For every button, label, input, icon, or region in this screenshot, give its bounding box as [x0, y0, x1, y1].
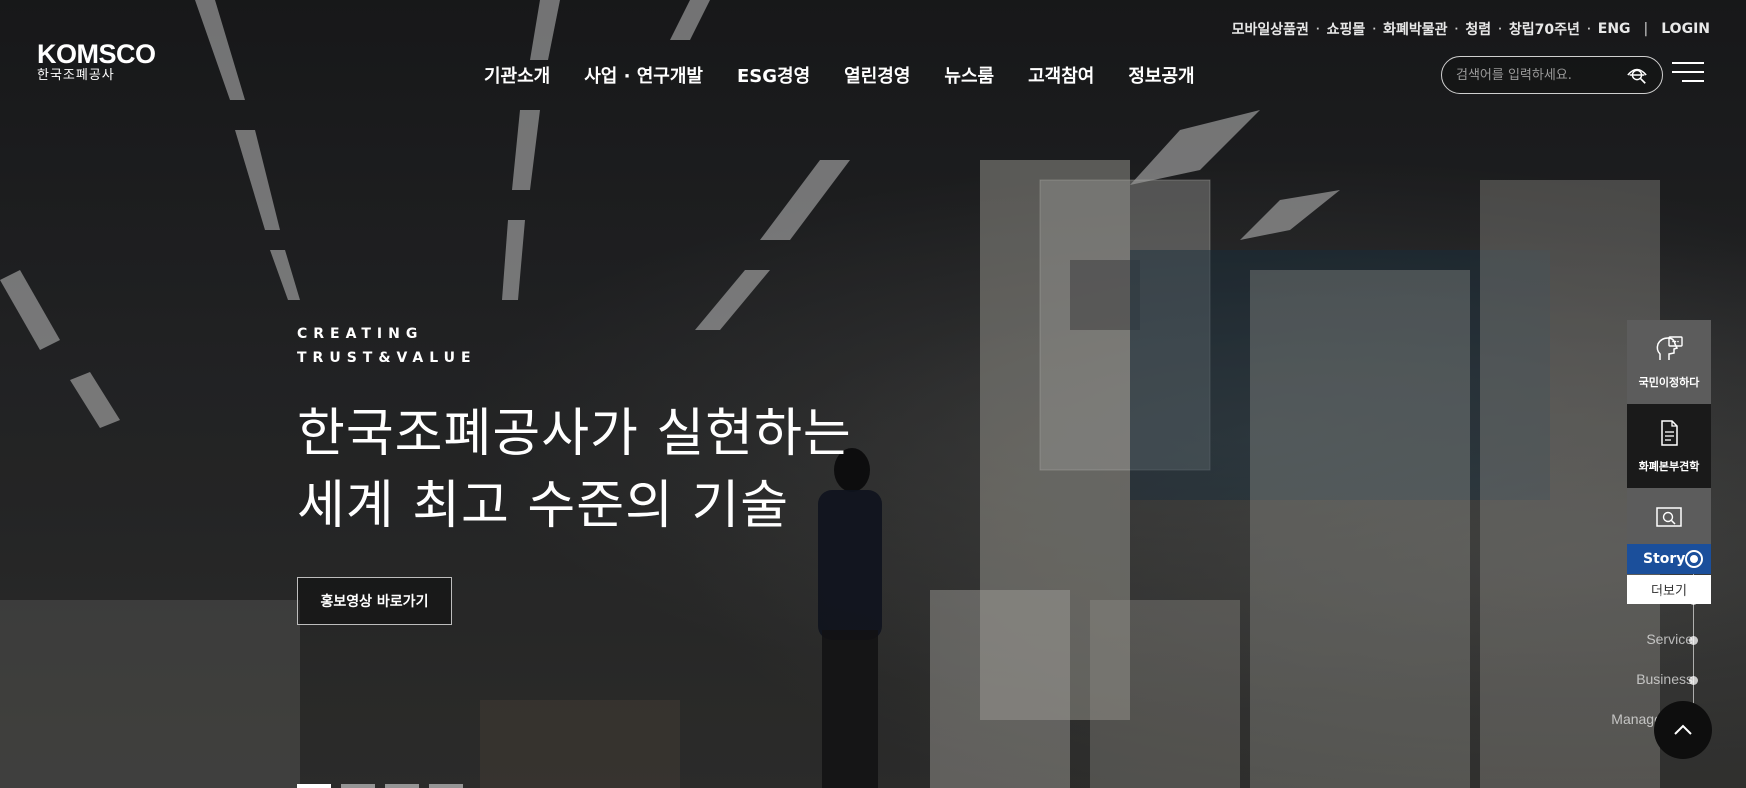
quick-menu-label: 국민이정하다 — [1638, 376, 1700, 389]
util-link-70th-anniversary[interactable]: 창립70주년 — [1502, 19, 1587, 39]
section-pager-active-story[interactable]: Story — [1627, 544, 1711, 574]
util-link-login[interactable]: LOGIN — [1654, 21, 1717, 37]
chevron-up-icon — [1674, 724, 1692, 735]
logo-brand-text: KOMSCO — [37, 39, 156, 69]
story-label: Story — [1643, 551, 1686, 567]
nav-item-information[interactable]: 정보공개 — [1111, 62, 1211, 88]
logo-sub-text: 한국조폐공사 — [37, 68, 115, 83]
util-link-english[interactable]: ENG — [1591, 21, 1638, 37]
chat-person-icon — [1656, 336, 1683, 360]
slide-indicator[interactable] — [341, 784, 375, 788]
slide-indicator[interactable] — [429, 784, 463, 788]
search-box — [1441, 56, 1663, 94]
tagline-line-2: TRUST&VALUE — [297, 350, 477, 366]
util-link-currency-museum[interactable]: 화폐박물관 — [1376, 19, 1454, 39]
site-logo[interactable]: KOMSCO 한국조폐공사 — [37, 40, 156, 84]
hero-headline: 한국조폐공사가 실현하는 세계 최고 수준의 기술 — [297, 398, 852, 542]
monitor-search-icon — [1656, 507, 1682, 527]
pager-dot[interactable] — [1689, 636, 1698, 645]
nav-item-open-management[interactable]: 열린경영 — [827, 62, 927, 88]
main-navigation: 기관소개 사업 · 연구개발 ESG경영 열린경영 뉴스룸 고객참여 정보공개 — [484, 62, 1212, 88]
separator-bar: | — [1643, 21, 1649, 37]
nav-item-customer[interactable]: 고객참여 — [1011, 62, 1111, 88]
nav-item-newsroom[interactable]: 뉴스룸 — [927, 62, 1011, 88]
promo-video-button[interactable]: 홍보영상 바로가기 — [297, 577, 452, 625]
hamburger-menu-icon[interactable] — [1672, 60, 1704, 84]
headline-line-1: 한국조폐공사가 실현하는 — [297, 404, 852, 464]
util-link-shopping-mall[interactable]: 쇼핑몰 — [1320, 19, 1373, 39]
pager-dot[interactable] — [1689, 676, 1698, 685]
nav-item-esg[interactable]: ESG경영 — [720, 62, 827, 88]
slide-indicator[interactable] — [297, 784, 331, 788]
document-icon — [1661, 420, 1678, 446]
util-link-integrity[interactable]: 청렴 — [1458, 19, 1498, 39]
hero-background-image — [0, 0, 1746, 788]
slide-indicator[interactable] — [385, 784, 419, 788]
search-icon[interactable] — [1626, 65, 1648, 85]
utility-bar: 모바일상품권 · 쇼핑몰 · 화폐박물관 · 청렴 · 창립70주년 · ENG… — [1225, 19, 1717, 39]
util-link-mobile-voucher[interactable]: 모바일상품권 — [1225, 19, 1316, 39]
search-input[interactable] — [1456, 67, 1626, 83]
pager-item-news[interactable]: News — [1658, 590, 1693, 606]
tagline-line-1: CREATING — [297, 326, 424, 342]
nav-item-about[interactable]: 기관소개 — [484, 62, 567, 88]
quick-menu-item-search[interactable] — [1627, 488, 1711, 546]
quick-menu: 국민이정하다 화폐본부견학 — [1627, 320, 1711, 546]
slide-indicators — [297, 784, 463, 788]
quick-menu-item-tour[interactable]: 화폐본부견학 — [1627, 404, 1711, 488]
pager-item-service[interactable]: Service — [1646, 631, 1693, 647]
headline-line-2: 세계 최고 수준의 기술 — [297, 476, 790, 536]
quick-menu-label: 화폐본부견학 — [1638, 460, 1700, 473]
pager-dot[interactable] — [1689, 596, 1698, 605]
quick-menu-item-citizen-decide[interactable]: 국민이정하다 — [1627, 320, 1711, 404]
active-indicator-dot — [1687, 552, 1701, 566]
nav-item-business-rnd[interactable]: 사업 · 연구개발 — [567, 62, 720, 88]
scroll-top-button[interactable] — [1654, 701, 1712, 759]
hero-tagline: CREATING TRUST&VALUE — [297, 322, 477, 370]
pager-item-business[interactable]: Business — [1636, 671, 1693, 687]
